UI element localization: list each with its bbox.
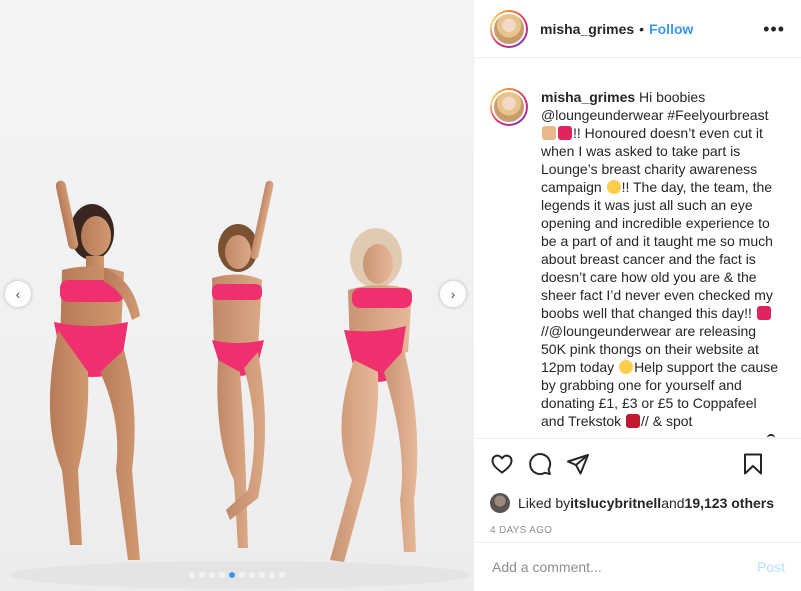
woman-middle — [212, 180, 274, 548]
heart-emoji-icon — [558, 126, 572, 140]
post-caption: misha_grimes Hi boobies @loungeunderwear… — [541, 88, 781, 430]
action-bar — [490, 439, 785, 489]
carousel-dot — [198, 572, 205, 578]
carousel-dot — [278, 572, 285, 578]
liker-username[interactable]: itslucybritnell — [570, 495, 661, 511]
caption-segment: !! The day, the team, the legends it was… — [541, 179, 773, 321]
carousel-next-button[interactable]: › — [440, 281, 466, 307]
heart-icon[interactable] — [490, 452, 514, 476]
post-timestamp[interactable]: 4 DAYS AGO — [490, 525, 785, 536]
follow-button[interactable]: Follow — [649, 21, 693, 37]
woman-left — [49, 180, 140, 560]
photo-of-three-women — [10, 180, 470, 589]
caption-segment: // & spot — [641, 413, 693, 429]
post-header: misha_grimes • Follow ••• — [474, 0, 801, 58]
author-username[interactable]: misha_grimes — [540, 21, 634, 37]
carousel-prev-button[interactable]: ‹ — [5, 281, 31, 307]
woman-right — [330, 228, 418, 562]
grinning-emoji-icon — [606, 180, 621, 194]
comment-input[interactable] — [492, 559, 757, 575]
more-options-icon[interactable]: ••• — [763, 20, 785, 38]
likes-others-link[interactable]: 19,123 others — [685, 495, 775, 511]
header-separator: • — [639, 20, 645, 37]
bookmark-icon[interactable] — [741, 452, 765, 476]
smiling-emoji-icon — [619, 360, 634, 374]
carousel-dot — [248, 572, 255, 578]
post-actions-area: Liked by itslucybritnell and 19,123 othe… — [474, 438, 801, 548]
carousel-dot — [228, 572, 235, 578]
carousel-dot — [268, 572, 275, 578]
likes-summary: Liked by itslucybritnell and 19,123 othe… — [490, 489, 785, 517]
liker-avatar[interactable] — [490, 493, 510, 513]
post-sidebar: misha_grimes • Follow ••• misha_grimes H… — [473, 0, 801, 591]
comment-icon[interactable] — [528, 452, 552, 476]
comment-form: Post — [474, 542, 801, 591]
share-icon[interactable] — [566, 452, 590, 476]
caption-avatar[interactable] — [490, 88, 528, 126]
carousel-dot — [258, 572, 265, 578]
bikini-emoji-icon — [626, 414, 641, 428]
post-comment-button[interactable]: Post — [757, 559, 785, 575]
likes-prefix: Liked by — [518, 495, 571, 511]
carousel-dot — [208, 572, 215, 578]
post-image[interactable]: ‹ › — [0, 0, 473, 591]
likes-middle: and — [661, 495, 685, 511]
heart-ribbon-emoji-icon — [756, 306, 771, 320]
author-avatar[interactable] — [490, 9, 528, 48]
carousel-dot — [188, 572, 195, 578]
caption-scroll-area[interactable]: misha_grimes Hi boobies @loungeunderwear… — [474, 58, 801, 438]
carousel-dot — [238, 572, 245, 578]
caption-username[interactable]: misha_grimes — [541, 89, 635, 105]
carousel-indicator — [0, 572, 473, 578]
carousel-dot — [218, 572, 225, 578]
raising-hands-emoji-icon — [542, 126, 556, 140]
